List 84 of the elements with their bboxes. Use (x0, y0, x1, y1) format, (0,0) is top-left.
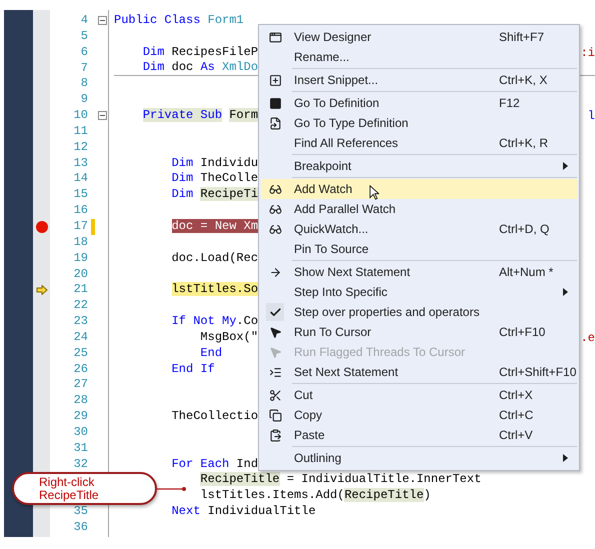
line-number: 29 (72, 409, 89, 425)
menu-item[interactable]: Go To Definition F12 (261, 93, 577, 113)
menu-item[interactable]: Run To Cursor Ctrl+F10 (261, 322, 577, 342)
line-number: 16 (72, 203, 89, 219)
menu-item[interactable]: Paste Ctrl+V (261, 425, 577, 445)
code-line: Public Class Form1 (114, 13, 244, 29)
menu-item[interactable]: View Designer Shift+F7 (261, 27, 577, 47)
line-number: 32 (72, 456, 89, 472)
line-number: 14 (72, 171, 89, 188)
line-number: 8 (80, 76, 89, 92)
line-number: 6 (80, 44, 89, 61)
code-line: Dim Individu (170, 156, 258, 172)
code-line: Dim TheColle (170, 171, 258, 188)
code-line: Dim doc As XmlDo (142, 60, 258, 76)
line-number: 15 (72, 187, 89, 204)
line-number: 11 (72, 124, 89, 140)
code-line: End If (170, 362, 215, 378)
code-line: Dim RecipesFileP (142, 44, 258, 61)
line-number: 20 (72, 266, 89, 282)
mouse-pointer-icon (369, 185, 379, 200)
menu-item[interactable]: Add Parallel Watch (261, 199, 577, 219)
line-number: 5 (80, 28, 89, 45)
code-fragment: .e (580, 330, 595, 345)
collapse-icon[interactable] (98, 16, 106, 26)
breakpoint-icon[interactable] (36, 220, 48, 233)
line-number: 21 (72, 282, 89, 298)
menu-item[interactable]: Breakpoint (261, 156, 577, 176)
menu-item[interactable]: Show Next Statement Alt+Num * (261, 262, 577, 282)
copy-icon (268, 408, 282, 422)
line-number: 19 (72, 250, 89, 266)
scissors-icon (268, 388, 282, 402)
leader-line (157, 484, 187, 494)
code-line: If Not My.Co (170, 314, 258, 330)
menu-item[interactable]: Copy Ctrl+C (261, 405, 577, 425)
menu-item[interactable]: QuickWatch... Ctrl+D, Q (261, 219, 577, 239)
glasses-icon (268, 222, 282, 236)
line-number: 10 (72, 108, 89, 124)
collapse-icon[interactable] (98, 111, 106, 120)
paste-icon (268, 428, 282, 442)
callout-text: Right-click RecipeTitle (39, 476, 99, 502)
code-line: MsgBox(" (199, 330, 258, 346)
menu-item[interactable]: Set Next Statement Ctrl+Shift+F10 (261, 362, 577, 382)
pointer-icon (268, 326, 282, 338)
glasses-icon (268, 182, 282, 196)
line-number: 17 (72, 218, 89, 235)
line-number: 18 (72, 234, 89, 251)
code-line: End (199, 346, 222, 362)
line-number: 36 (72, 520, 89, 536)
line-number: 7 (80, 60, 89, 76)
menu-item[interactable]: Step Into Specific (261, 282, 577, 302)
glasses-icon (268, 202, 282, 216)
menu-item[interactable]: Find All References Ctrl+K, R (261, 133, 577, 153)
line-number: 4 (80, 13, 89, 29)
code-line: Next IndividualTitle (170, 504, 316, 520)
menu-item[interactable]: Outlining (261, 448, 577, 468)
line-number: 35 (72, 504, 89, 520)
line-number: 26 (72, 362, 89, 378)
line-number: 13 (72, 156, 89, 172)
code-fragment: l (588, 108, 595, 123)
line-number: 31 (72, 440, 89, 457)
pointer-icon (268, 346, 282, 358)
line-number: 24 (72, 330, 89, 346)
menu-item[interactable]: Pin To Source (261, 239, 577, 259)
code-line: Private Sub Form (142, 108, 258, 124)
code-line: TheCollectio (170, 409, 258, 425)
menu-item[interactable]: Insert Snippet... Ctrl+K, X (261, 70, 577, 90)
line-number: 30 (72, 424, 89, 441)
code-line: For Each Ind (170, 456, 258, 472)
menu-item[interactable]: Go To Type Definition (261, 113, 577, 133)
menu-item[interactable]: Step over properties and operators (261, 302, 577, 322)
line-number: 28 (72, 393, 89, 410)
menu-item[interactable]: Rename... (261, 47, 577, 67)
code-line: Dim RecipeTi (170, 187, 258, 204)
menu-item[interactable]: Add Watch (261, 179, 577, 199)
code-line: doc.Load(Rec (170, 250, 258, 266)
line-number: 9 (80, 92, 89, 108)
line-number: 23 (72, 314, 89, 330)
menu-item[interactable]: Cut Ctrl+X (261, 385, 577, 405)
line-number: 12 (72, 140, 89, 156)
line-number: 22 (72, 298, 89, 314)
code-fragment: :i (580, 46, 595, 60)
line-number: 25 (72, 346, 89, 362)
arrow-icon (268, 266, 282, 278)
line-number: 27 (72, 377, 89, 394)
